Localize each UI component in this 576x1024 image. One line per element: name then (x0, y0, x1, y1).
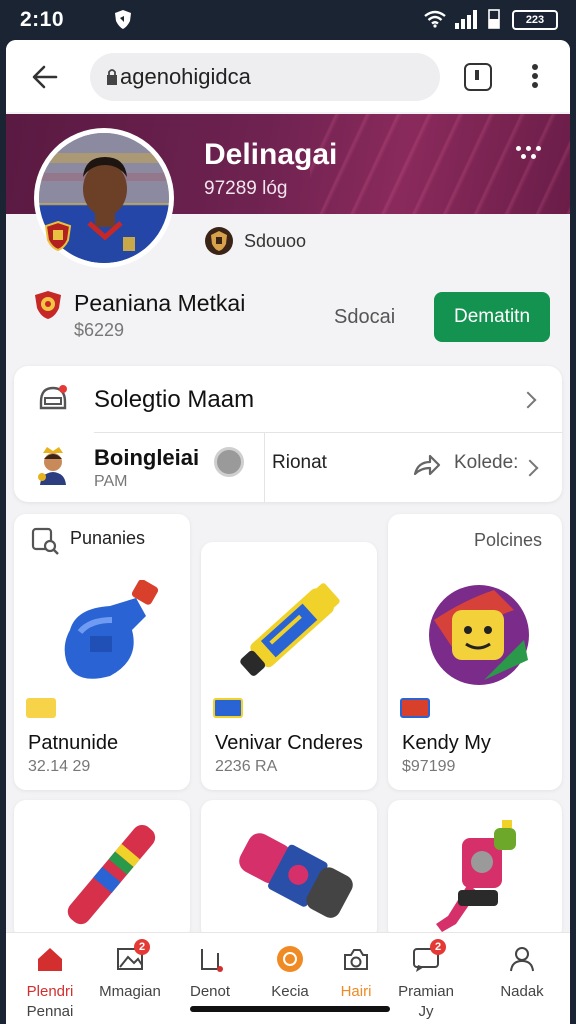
coin-icon (214, 447, 244, 477)
bat-icon (67, 824, 156, 925)
nav-item-profile[interactable]: Nadak (482, 933, 562, 1024)
nav-label: Hairi (340, 983, 372, 1000)
product-card[interactable]: Punanies Patnunide 32.14 29 (14, 514, 190, 790)
product-title: Patnunide (28, 732, 119, 754)
url-text: agenohigidca (120, 64, 251, 89)
browser-toolbar: agenohigidca (6, 40, 570, 112)
lock-icon (107, 69, 117, 85)
nav-sublabel: Jy (418, 1003, 434, 1020)
robot-icon (436, 820, 516, 932)
helmet-icon (39, 385, 67, 410)
club-badge-icon (205, 227, 233, 255)
ball-icon (429, 585, 529, 685)
circle-icon (277, 946, 303, 972)
roller-icon (239, 833, 353, 918)
info-card-middle-label[interactable]: Rionat (272, 452, 327, 474)
banner-pattern (310, 114, 570, 214)
product-tag (213, 698, 243, 718)
section-label-right: Polcines (474, 530, 543, 550)
home-icon (38, 948, 62, 971)
info-card-title: Solegtio Maam (94, 386, 255, 413)
profile-subtitle: 97289 lóg (204, 178, 288, 199)
club-row[interactable]: Sdouoo (204, 226, 306, 256)
battery-indicator: 223 (512, 10, 558, 30)
nav-item-home[interactable]: Plendri Pennai (10, 933, 90, 1024)
sim-icon (488, 9, 500, 29)
notification-badge: 2 (134, 939, 150, 955)
product-title: Kendy My (402, 732, 491, 754)
channel-name: Peaniana Metkai (74, 290, 246, 316)
nav-label: Mmagian (99, 983, 161, 1000)
more-menu-icon[interactable] (530, 64, 540, 92)
info-card: Solegtio Maam Boingleiai PAM Rionat Kole… (14, 366, 562, 502)
primary-action-button[interactable]: Dematitn (434, 292, 550, 342)
home-indicator[interactable] (190, 1006, 390, 1012)
product-card[interactable]: Venivar Cnderes 2236 RA (201, 542, 377, 790)
chevron-right-icon (521, 459, 539, 477)
url-field[interactable]: agenohigidca (90, 53, 440, 101)
club-name: Sdouoo (244, 230, 307, 251)
nav-item-images[interactable]: 2 Mmagian (90, 933, 170, 1024)
rating-tag (26, 698, 56, 718)
frame-icon (201, 949, 223, 972)
product-card[interactable]: Polcines Kendy My $97199 (388, 514, 562, 790)
product-title: Venivar Cnderes (215, 732, 363, 754)
status-time: 2:10 (20, 8, 65, 31)
product-price: 2236 RA (215, 758, 278, 775)
product-price: 32.14 29 (28, 758, 91, 775)
product-card[interactable] (14, 800, 190, 940)
channel-count: $6229 (74, 320, 125, 340)
product-card[interactable] (201, 800, 377, 940)
wifi-icon (424, 10, 446, 28)
person-name: Boingleiai (94, 445, 200, 470)
chevron-right-icon (519, 391, 537, 409)
info-card-header-row[interactable]: Solegtio Maam (14, 366, 562, 432)
nav-label: Plendri (26, 983, 74, 1000)
water-bottle-icon (64, 580, 159, 679)
channel-row: Peaniana Metkai $6229 Sdocai Dematitn (6, 280, 570, 360)
shield-icon (115, 10, 131, 29)
search-doc-icon (31, 527, 59, 555)
secondary-action-link[interactable]: Sdocai (334, 306, 395, 329)
camera-icon (344, 949, 368, 970)
channel-badge-icon (35, 291, 61, 319)
product-price: $97199 (402, 758, 456, 775)
info-card-right-label[interactable]: Kolede: (454, 452, 518, 474)
share-icon[interactable] (412, 452, 442, 478)
info-card-person[interactable]: Boingleiai PAM (14, 433, 264, 502)
flashlight-icon (240, 583, 340, 676)
user-icon (510, 947, 534, 972)
person-avatar-icon (38, 447, 66, 485)
club-crest-icon (44, 220, 72, 252)
nav-label: Nadak (500, 983, 544, 1000)
nav-sublabel: Pennai (26, 1003, 74, 1020)
tabs-button[interactable] (464, 63, 492, 91)
section-label-left: Punanies (70, 528, 146, 548)
back-arrow-icon[interactable] (30, 62, 60, 92)
app-screen: agenohigidca Delinagai 97289 lóg Sdouoo … (6, 40, 570, 1024)
nav-label: Denot (189, 983, 231, 1000)
status-bar: 2:10 223 (0, 0, 576, 40)
notification-badge: 2 (430, 939, 446, 955)
product-tag (400, 698, 430, 718)
person-subtitle: PAM (94, 473, 128, 490)
nav-item-chat[interactable]: 2 Pramian Jy (386, 933, 466, 1024)
divider (264, 433, 265, 502)
nav-label: Pramian (398, 983, 454, 1000)
banner-options-icon[interactable] (516, 146, 544, 160)
status-icons (424, 9, 500, 29)
signal-icon (455, 10, 477, 29)
profile-name: Delinagai (204, 138, 338, 171)
product-card[interactable] (388, 800, 562, 940)
